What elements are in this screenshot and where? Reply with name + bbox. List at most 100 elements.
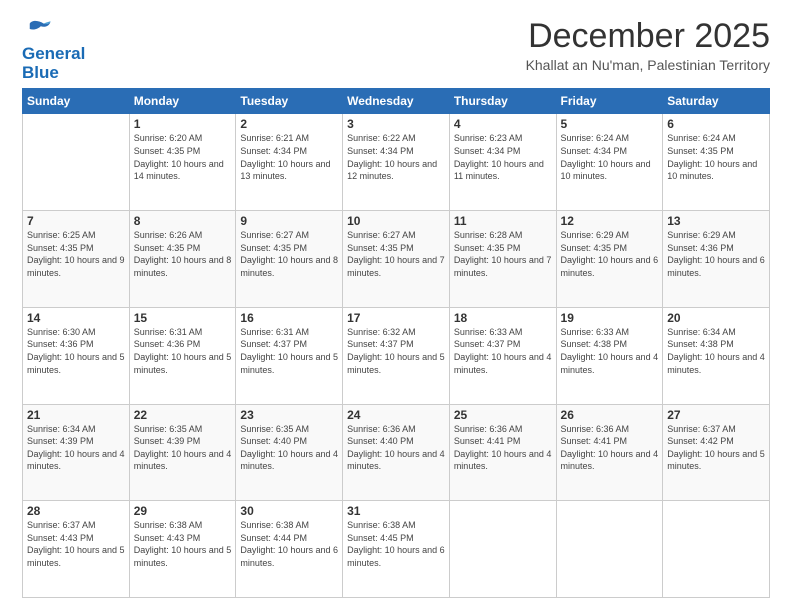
weekday-header-friday: Friday (556, 89, 663, 114)
day-cell: 8Sunrise: 6:26 AM Sunset: 4:35 PM Daylig… (129, 211, 236, 308)
day-info: Sunrise: 6:24 AM Sunset: 4:35 PM Dayligh… (667, 132, 765, 182)
day-number: 13 (667, 214, 765, 228)
day-cell: 18Sunrise: 6:33 AM Sunset: 4:37 PM Dayli… (449, 307, 556, 404)
day-number: 8 (134, 214, 232, 228)
day-cell: 13Sunrise: 6:29 AM Sunset: 4:36 PM Dayli… (663, 211, 770, 308)
day-cell (663, 501, 770, 598)
day-cell: 29Sunrise: 6:38 AM Sunset: 4:43 PM Dayli… (129, 501, 236, 598)
day-cell (23, 114, 130, 211)
day-cell: 19Sunrise: 6:33 AM Sunset: 4:38 PM Dayli… (556, 307, 663, 404)
day-info: Sunrise: 6:33 AM Sunset: 4:38 PM Dayligh… (561, 326, 659, 376)
day-info: Sunrise: 6:38 AM Sunset: 4:44 PM Dayligh… (240, 519, 338, 569)
day-number: 7 (27, 214, 125, 228)
day-info: Sunrise: 6:38 AM Sunset: 4:45 PM Dayligh… (347, 519, 445, 569)
day-info: Sunrise: 6:36 AM Sunset: 4:41 PM Dayligh… (454, 423, 552, 473)
location-subtitle: Khallat an Nu'man, Palestinian Territory (526, 57, 770, 73)
day-cell: 31Sunrise: 6:38 AM Sunset: 4:45 PM Dayli… (343, 501, 450, 598)
day-cell (556, 501, 663, 598)
day-info: Sunrise: 6:25 AM Sunset: 4:35 PM Dayligh… (27, 229, 125, 279)
day-number: 25 (454, 408, 552, 422)
day-info: Sunrise: 6:20 AM Sunset: 4:35 PM Dayligh… (134, 132, 232, 182)
day-number: 11 (454, 214, 552, 228)
weekday-header-tuesday: Tuesday (236, 89, 343, 114)
day-info: Sunrise: 6:31 AM Sunset: 4:37 PM Dayligh… (240, 326, 338, 376)
day-number: 6 (667, 117, 765, 131)
weekday-header-sunday: Sunday (23, 89, 130, 114)
day-info: Sunrise: 6:37 AM Sunset: 4:42 PM Dayligh… (667, 423, 765, 473)
day-number: 18 (454, 311, 552, 325)
day-cell: 21Sunrise: 6:34 AM Sunset: 4:39 PM Dayli… (23, 404, 130, 501)
day-info: Sunrise: 6:26 AM Sunset: 4:35 PM Dayligh… (134, 229, 232, 279)
day-number: 21 (27, 408, 125, 422)
week-row-2: 7Sunrise: 6:25 AM Sunset: 4:35 PM Daylig… (23, 211, 770, 308)
day-info: Sunrise: 6:35 AM Sunset: 4:40 PM Dayligh… (240, 423, 338, 473)
day-number: 28 (27, 504, 125, 518)
day-cell: 22Sunrise: 6:35 AM Sunset: 4:39 PM Dayli… (129, 404, 236, 501)
day-info: Sunrise: 6:30 AM Sunset: 4:36 PM Dayligh… (27, 326, 125, 376)
weekday-header-monday: Monday (129, 89, 236, 114)
day-number: 22 (134, 408, 232, 422)
day-cell: 23Sunrise: 6:35 AM Sunset: 4:40 PM Dayli… (236, 404, 343, 501)
day-number: 23 (240, 408, 338, 422)
day-info: Sunrise: 6:38 AM Sunset: 4:43 PM Dayligh… (134, 519, 232, 569)
day-cell: 15Sunrise: 6:31 AM Sunset: 4:36 PM Dayli… (129, 307, 236, 404)
month-title: December 2025 (526, 18, 770, 55)
weekday-header-saturday: Saturday (663, 89, 770, 114)
day-cell: 30Sunrise: 6:38 AM Sunset: 4:44 PM Dayli… (236, 501, 343, 598)
day-info: Sunrise: 6:37 AM Sunset: 4:43 PM Dayligh… (27, 519, 125, 569)
day-cell: 16Sunrise: 6:31 AM Sunset: 4:37 PM Dayli… (236, 307, 343, 404)
week-row-4: 21Sunrise: 6:34 AM Sunset: 4:39 PM Dayli… (23, 404, 770, 501)
day-cell: 27Sunrise: 6:37 AM Sunset: 4:42 PM Dayli… (663, 404, 770, 501)
day-number: 20 (667, 311, 765, 325)
calendar-page: General Blue December 2025 Khallat an Nu… (0, 0, 792, 612)
day-cell: 25Sunrise: 6:36 AM Sunset: 4:41 PM Dayli… (449, 404, 556, 501)
day-cell: 9Sunrise: 6:27 AM Sunset: 4:35 PM Daylig… (236, 211, 343, 308)
day-info: Sunrise: 6:36 AM Sunset: 4:40 PM Dayligh… (347, 423, 445, 473)
day-info: Sunrise: 6:24 AM Sunset: 4:34 PM Dayligh… (561, 132, 659, 182)
day-number: 15 (134, 311, 232, 325)
day-cell: 6Sunrise: 6:24 AM Sunset: 4:35 PM Daylig… (663, 114, 770, 211)
day-cell: 26Sunrise: 6:36 AM Sunset: 4:41 PM Dayli… (556, 404, 663, 501)
day-cell: 12Sunrise: 6:29 AM Sunset: 4:35 PM Dayli… (556, 211, 663, 308)
day-info: Sunrise: 6:34 AM Sunset: 4:39 PM Dayligh… (27, 423, 125, 473)
day-cell: 4Sunrise: 6:23 AM Sunset: 4:34 PM Daylig… (449, 114, 556, 211)
day-info: Sunrise: 6:23 AM Sunset: 4:34 PM Dayligh… (454, 132, 552, 182)
week-row-3: 14Sunrise: 6:30 AM Sunset: 4:36 PM Dayli… (23, 307, 770, 404)
day-info: Sunrise: 6:28 AM Sunset: 4:35 PM Dayligh… (454, 229, 552, 279)
logo-text: General Blue (22, 45, 85, 82)
day-info: Sunrise: 6:27 AM Sunset: 4:35 PM Dayligh… (347, 229, 445, 279)
logo-bird-icon (24, 18, 52, 40)
day-number: 10 (347, 214, 445, 228)
day-info: Sunrise: 6:29 AM Sunset: 4:35 PM Dayligh… (561, 229, 659, 279)
day-number: 26 (561, 408, 659, 422)
day-number: 3 (347, 117, 445, 131)
day-cell: 10Sunrise: 6:27 AM Sunset: 4:35 PM Dayli… (343, 211, 450, 308)
day-number: 27 (667, 408, 765, 422)
day-info: Sunrise: 6:34 AM Sunset: 4:38 PM Dayligh… (667, 326, 765, 376)
day-number: 2 (240, 117, 338, 131)
day-cell: 24Sunrise: 6:36 AM Sunset: 4:40 PM Dayli… (343, 404, 450, 501)
day-cell: 20Sunrise: 6:34 AM Sunset: 4:38 PM Dayli… (663, 307, 770, 404)
day-cell: 5Sunrise: 6:24 AM Sunset: 4:34 PM Daylig… (556, 114, 663, 211)
day-number: 30 (240, 504, 338, 518)
day-info: Sunrise: 6:21 AM Sunset: 4:34 PM Dayligh… (240, 132, 338, 182)
day-info: Sunrise: 6:22 AM Sunset: 4:34 PM Dayligh… (347, 132, 445, 182)
day-number: 19 (561, 311, 659, 325)
day-number: 24 (347, 408, 445, 422)
calendar-table: SundayMondayTuesdayWednesdayThursdayFrid… (22, 88, 770, 598)
logo: General Blue (22, 18, 85, 82)
day-cell: 7Sunrise: 6:25 AM Sunset: 4:35 PM Daylig… (23, 211, 130, 308)
day-number: 9 (240, 214, 338, 228)
day-info: Sunrise: 6:27 AM Sunset: 4:35 PM Dayligh… (240, 229, 338, 279)
day-number: 4 (454, 117, 552, 131)
day-cell: 17Sunrise: 6:32 AM Sunset: 4:37 PM Dayli… (343, 307, 450, 404)
day-number: 31 (347, 504, 445, 518)
day-info: Sunrise: 6:29 AM Sunset: 4:36 PM Dayligh… (667, 229, 765, 279)
day-info: Sunrise: 6:36 AM Sunset: 4:41 PM Dayligh… (561, 423, 659, 473)
week-row-1: 1Sunrise: 6:20 AM Sunset: 4:35 PM Daylig… (23, 114, 770, 211)
weekday-header-wednesday: Wednesday (343, 89, 450, 114)
day-cell: 2Sunrise: 6:21 AM Sunset: 4:34 PM Daylig… (236, 114, 343, 211)
day-cell (449, 501, 556, 598)
day-info: Sunrise: 6:31 AM Sunset: 4:36 PM Dayligh… (134, 326, 232, 376)
day-cell: 28Sunrise: 6:37 AM Sunset: 4:43 PM Dayli… (23, 501, 130, 598)
